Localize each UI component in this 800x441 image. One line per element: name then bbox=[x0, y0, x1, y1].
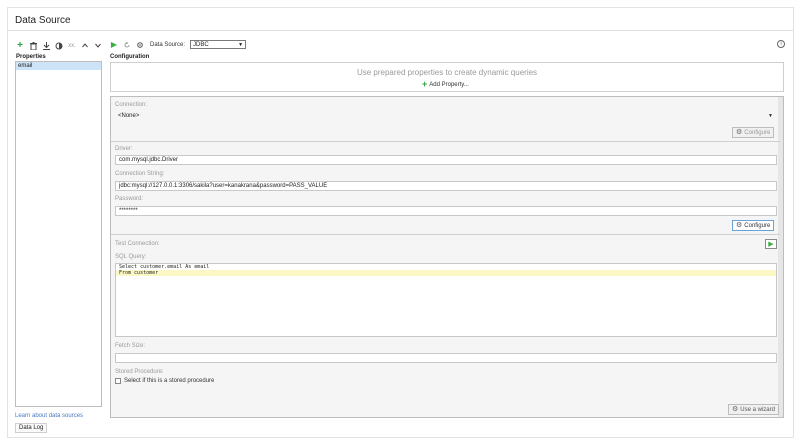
gear-icon: ⚙ bbox=[736, 222, 743, 229]
driver-label: Driver: bbox=[115, 146, 133, 152]
add-property-button[interactable]: + Add Property... bbox=[422, 80, 469, 89]
list-item[interactable]: email bbox=[16, 62, 101, 70]
toggle-icon[interactable] bbox=[55, 42, 63, 50]
stored-procedure-option[interactable]: Select if this is a stored procedure bbox=[115, 378, 214, 384]
properties-toolbar: + xx. bbox=[16, 40, 102, 51]
info-icon[interactable]: i bbox=[777, 40, 785, 48]
refresh-icon[interactable] bbox=[123, 41, 131, 49]
connection-value: <None> bbox=[118, 113, 140, 119]
test-connection-button[interactable]: ▶ bbox=[765, 239, 777, 249]
configure-button-disabled[interactable]: ⚙ Configure bbox=[732, 127, 775, 138]
sql-line-current: From customer bbox=[116, 270, 776, 276]
settings-icon[interactable] bbox=[136, 41, 144, 49]
fetch-size-label: Fetch Size: bbox=[115, 343, 146, 349]
password-field[interactable]: ******** bbox=[115, 206, 777, 216]
connection-string-field[interactable]: jdbc:mysql://127.0.0.1:3306/sakila?user=… bbox=[115, 181, 777, 191]
connection-select[interactable]: <None> ▼ bbox=[115, 112, 777, 122]
gear-icon: ⚙ bbox=[732, 406, 739, 413]
configuration-header: Configuration bbox=[110, 54, 150, 60]
chevron-down-icon: ▼ bbox=[238, 41, 244, 48]
properties-list[interactable]: email bbox=[15, 61, 102, 407]
download-icon[interactable] bbox=[42, 41, 50, 50]
plus-icon: + bbox=[422, 79, 428, 89]
scrollbar[interactable] bbox=[778, 97, 783, 417]
gear-icon: ⚙ bbox=[736, 129, 743, 136]
plus-icon[interactable]: + bbox=[16, 40, 24, 50]
add-property-label: Add Property... bbox=[429, 81, 469, 88]
password-label: Password: bbox=[115, 196, 144, 202]
configure-button[interactable]: ⚙ Configure bbox=[732, 220, 775, 231]
window-title: Data Source bbox=[15, 15, 71, 26]
data-source-value: JDBC bbox=[193, 41, 209, 48]
use-wizard-label: Use a wizard bbox=[740, 406, 775, 413]
trash-icon[interactable] bbox=[29, 41, 37, 50]
fetch-size-field[interactable] bbox=[115, 353, 777, 363]
dynamic-properties-panel: Use prepared properties to create dynami… bbox=[110, 62, 784, 92]
stored-procedure-checkbox-label: Select if this is a stored procedure bbox=[124, 378, 215, 384]
chevron-down-icon: ▼ bbox=[768, 113, 773, 119]
configuration-toolbar: ▶ Data Source: JDBC ▼ bbox=[110, 39, 247, 50]
section-divider bbox=[111, 141, 780, 142]
configure-label: Configure bbox=[744, 222, 771, 229]
chevron-down-icon[interactable] bbox=[94, 42, 102, 50]
test-connection-label: Test Connection: bbox=[115, 241, 160, 247]
stored-procedure-checkbox[interactable] bbox=[115, 378, 121, 384]
driver-field[interactable]: com.mysql.jdbc.Driver bbox=[115, 155, 777, 165]
data-log-button[interactable]: Data Log bbox=[15, 423, 48, 433]
sql-query-editor[interactable]: Select customer.email As email From cust… bbox=[115, 263, 777, 337]
dynamic-hint: Use prepared properties to create dynami… bbox=[356, 68, 538, 77]
title-divider bbox=[8, 30, 793, 31]
section-divider bbox=[111, 234, 780, 235]
ellipsis-icon[interactable]: xx. bbox=[68, 42, 76, 50]
properties-header: Properties bbox=[16, 54, 46, 60]
data-source-label: Data Source: bbox=[150, 41, 186, 48]
data-source-select[interactable]: JDBC ▼ bbox=[190, 40, 247, 49]
run-icon[interactable]: ▶ bbox=[110, 40, 118, 49]
sql-query-label: SQL Query: bbox=[115, 254, 147, 260]
play-icon: ▶ bbox=[768, 241, 774, 248]
chevron-up-icon[interactable] bbox=[81, 42, 89, 50]
use-wizard-button[interactable]: ⚙ Use a wizard bbox=[728, 404, 779, 415]
configure-label: Configure bbox=[744, 129, 771, 136]
connection-label: Connection: bbox=[115, 102, 148, 108]
connection-string-label: Connection String: bbox=[115, 171, 165, 177]
configuration-form: Connection: <None> ▼ ⚙ Configure Driver:… bbox=[110, 96, 784, 418]
stored-procedure-label: Stored Procedure: bbox=[115, 369, 164, 375]
learn-data-sources-link[interactable]: Learn about data sources bbox=[15, 413, 83, 419]
